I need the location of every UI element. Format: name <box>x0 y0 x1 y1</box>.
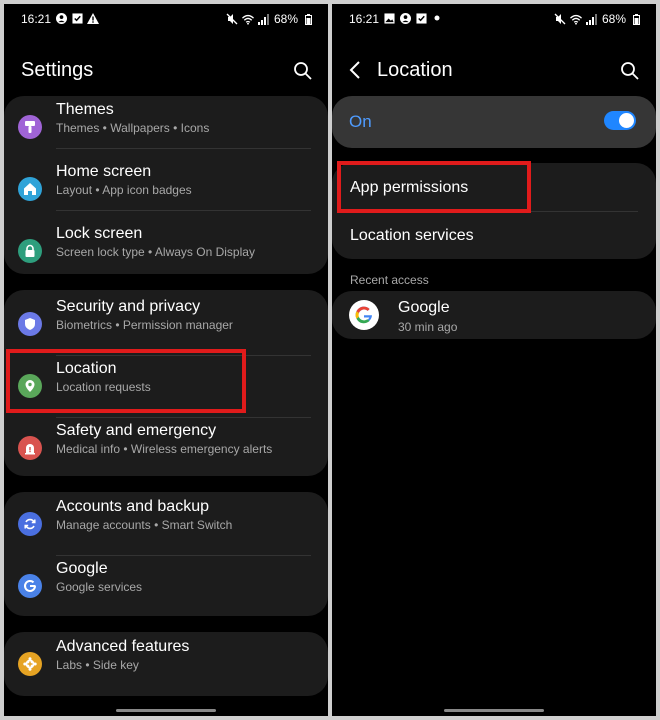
settings-item-title: Advanced features <box>56 638 190 655</box>
gallery-notification-icon <box>383 12 395 24</box>
check-notification-icon <box>415 12 427 24</box>
account-notification-icon <box>399 12 411 24</box>
themes-icon <box>18 115 42 139</box>
search-icon[interactable] <box>292 60 314 82</box>
recent-app-time: 30 min ago <box>398 320 458 334</box>
status-time: 16:21 <box>349 12 380 26</box>
check-notification-icon <box>71 12 83 24</box>
recent-access-item-google[interactable]: Google 30 min ago <box>332 291 656 339</box>
status-bar: 16:21 68% <box>332 4 656 32</box>
warning-notification-icon <box>87 12 99 24</box>
signal-icon <box>586 13 598 25</box>
location-on-label: On <box>349 112 372 131</box>
search-icon[interactable] <box>619 60 641 82</box>
settings-item-subtitle: Layout • App icon badges <box>56 183 192 197</box>
settings-group-advanced: Advanced features Labs • Side key <box>4 632 328 696</box>
divider <box>56 148 311 149</box>
settings-item-security-privacy[interactable]: Security and privacy Biometrics • Permis… <box>4 293 328 355</box>
home-icon <box>18 177 42 201</box>
home-indicator <box>116 709 216 712</box>
highlight-box-app-permissions <box>337 161 531 213</box>
settings-item-title: Safety and emergency <box>56 422 217 439</box>
shield-icon <box>18 312 42 336</box>
more-notifications-dot-icon <box>431 12 443 24</box>
recent-app-name: Google <box>398 299 450 316</box>
google-logo-icon <box>349 300 379 330</box>
lock-icon <box>18 239 42 263</box>
page-title: Location <box>377 59 453 81</box>
settings-group-personalization: Themes Themes • Wallpapers • Icons Home … <box>4 96 328 274</box>
settings-item-subtitle: Themes • Wallpapers • Icons <box>56 121 210 135</box>
location-services-item[interactable]: Location services <box>350 227 474 245</box>
wifi-icon <box>569 13 582 25</box>
settings-item-title: Themes <box>56 101 114 118</box>
settings-item-safety-emergency[interactable]: Safety and emergency Medical info • Wire… <box>4 417 328 479</box>
home-indicator <box>444 709 544 712</box>
settings-item-lock-screen[interactable]: Lock screen Screen lock type • Always On… <box>4 220 328 282</box>
settings-item-subtitle: Biometrics • Permission manager <box>56 318 233 332</box>
battery-icon <box>630 13 642 25</box>
location-toggle[interactable] <box>604 111 636 130</box>
location-screen: 16:21 68% Location On App permissions Lo… <box>332 4 656 716</box>
battery-percent: 68% <box>601 12 626 26</box>
settings-item-title: Google <box>56 560 108 577</box>
signal-icon <box>258 13 270 25</box>
settings-screen: 16:21 68% Settings Themes Themes • Wallp… <box>4 4 328 716</box>
settings-item-subtitle: Manage accounts • Smart Switch <box>56 518 233 532</box>
back-arrow-icon[interactable] <box>346 59 366 81</box>
battery-icon <box>302 13 314 25</box>
settings-item-title: Home screen <box>56 163 152 180</box>
settings-item-advanced-features[interactable]: Advanced features Labs • Side key <box>4 633 328 695</box>
mute-icon <box>226 13 238 25</box>
location-master-switch-row[interactable]: On <box>332 96 656 148</box>
settings-item-accounts-backup[interactable]: Accounts and backup Manage accounts • Sm… <box>4 493 328 555</box>
toggle-knob <box>619 113 634 128</box>
mute-icon <box>554 13 566 25</box>
settings-item-subtitle: Medical info • Wireless emergency alerts <box>56 442 273 456</box>
account-notification-icon <box>55 12 67 24</box>
divider <box>56 210 311 211</box>
emergency-icon <box>18 436 42 460</box>
page-title: Settings <box>21 59 94 81</box>
settings-item-subtitle: Labs • Side key <box>56 658 139 672</box>
settings-item-title: Lock screen <box>56 225 143 242</box>
status-time: 16:21 <box>21 12 52 26</box>
recent-access-label: Recent access <box>350 273 429 287</box>
settings-item-google[interactable]: Google Google services <box>4 555 328 617</box>
highlight-box-location <box>6 349 246 413</box>
settings-item-title: Accounts and backup <box>56 498 209 515</box>
battery-percent: 68% <box>273 12 298 26</box>
google-g-icon <box>18 574 42 598</box>
gear-plus-icon <box>18 652 42 676</box>
wifi-icon <box>241 13 254 25</box>
sync-icon <box>18 512 42 536</box>
settings-group-accounts: Accounts and backup Manage accounts • Sm… <box>4 492 328 616</box>
settings-item-subtitle: Screen lock type • Always On Display <box>56 245 255 259</box>
status-bar: 16:21 68% <box>4 4 328 32</box>
settings-item-title: Security and privacy <box>56 298 201 315</box>
settings-item-subtitle: Google services <box>56 580 143 594</box>
